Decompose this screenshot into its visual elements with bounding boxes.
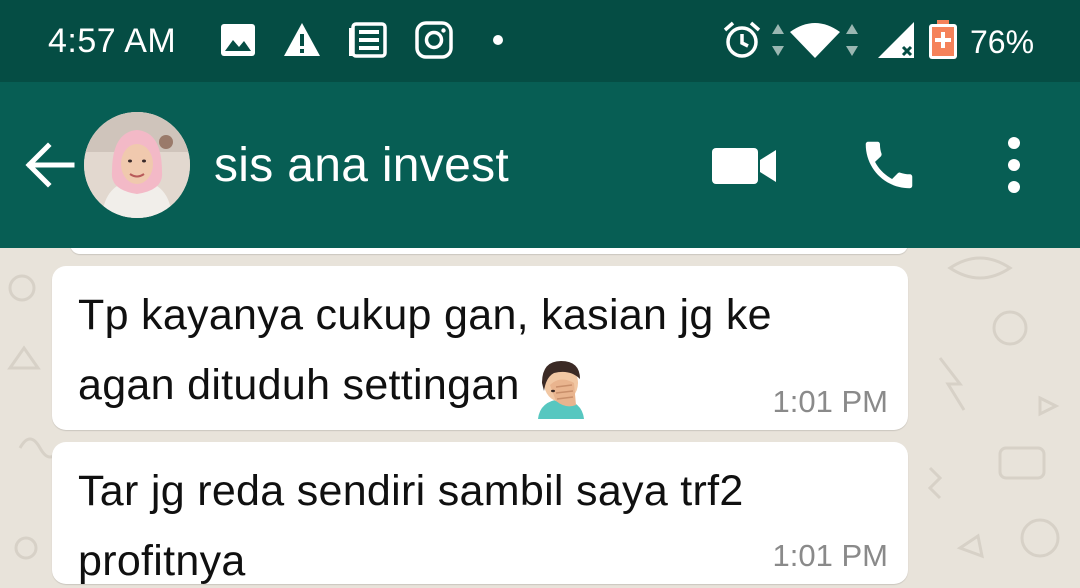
battery-percentage: 76%: [970, 24, 1035, 60]
phone-icon[interactable]: [858, 134, 920, 196]
contact-name[interactable]: sis ana invest: [214, 138, 509, 193]
signal-icon: [878, 22, 914, 58]
contact-avatar[interactable]: [84, 112, 190, 218]
message-text-content: Tp kayanya cukup gan, kasian jg ke agan …: [78, 291, 772, 409]
message-bubble[interactable]: Tp kayanya cukup gan, kasian jg ke agan …: [52, 266, 908, 430]
message-text: Tar jg reda sendiri sambil saya trf2 pro…: [78, 467, 744, 585]
chat-header: sis ana invest: [0, 82, 1080, 248]
message-timestamp: 1:01 PM: [772, 538, 888, 573]
message-bubble[interactable]: Tar jg reda sendiri sambil saya trf2 pro…: [52, 442, 908, 585]
video-call-icon[interactable]: [708, 140, 780, 192]
dot-icon: [493, 35, 503, 45]
instagram-icon: [415, 21, 453, 59]
message-text: Tp kayanya cukup gan, kasian jg ke agan …: [78, 280, 868, 420]
image-icon: [221, 24, 255, 56]
warning-icon: [284, 23, 320, 56]
news-icon: [349, 22, 387, 58]
message-timestamp: 1:01 PM: [772, 384, 888, 419]
alarm-icon: [723, 21, 761, 58]
more-vert-icon[interactable]: [996, 132, 1032, 198]
previous-message-bubble: [70, 248, 908, 254]
chat-area[interactable]: Tp kayanya cukup gan, kasian jg ke agan …: [0, 248, 1080, 588]
battery-icon: [929, 20, 957, 59]
status-time: 4:57 AM: [48, 22, 177, 60]
back-arrow-icon[interactable]: [20, 136, 78, 194]
status-bar: 4:57 AM 76%: [0, 0, 1080, 82]
facepalm-emoji: [537, 360, 584, 419]
wifi-icon: [772, 23, 858, 58]
